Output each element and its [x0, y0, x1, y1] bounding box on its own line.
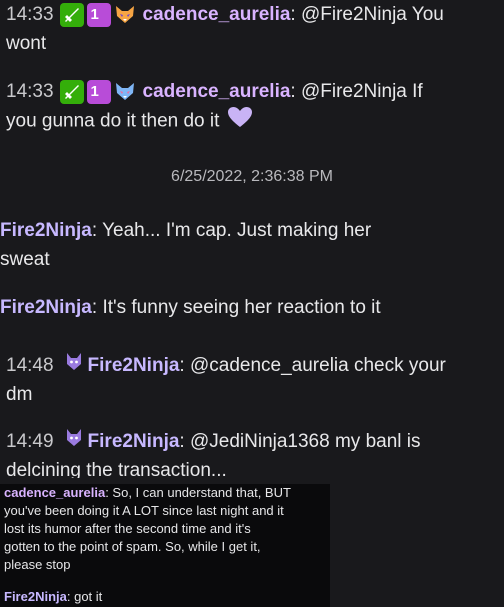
- message-text-continued: delcining the transaction...: [6, 460, 227, 479]
- username[interactable]: Fire2Ninja: [0, 220, 92, 241]
- message-text-continued: dm: [6, 384, 33, 406]
- message-text-continued: please stop: [4, 557, 71, 572]
- message-text-continued: lost its humor after the second time and…: [4, 521, 251, 536]
- message-text-continued: you gunna do it then do it: [6, 111, 220, 132]
- subscriber-badge-icon[interactable]: 1: [86, 3, 111, 28]
- timestamp: 14:33: [6, 81, 54, 102]
- chat-message: cadence_aurelia: So, I can understand th…: [0, 484, 330, 574]
- username[interactable]: cadence_aurelia: [4, 485, 105, 500]
- username[interactable]: cadence_aurelia: [143, 81, 291, 102]
- timestamp: 14:48: [6, 355, 54, 376]
- subscriber-badge-icon[interactable]: 1: [86, 80, 111, 105]
- timestamp: 14:49: [6, 431, 54, 452]
- chat-message: 14:49 Fire2Ninja: @JediNinja1368 my banl …: [0, 427, 504, 478]
- chat-message: Fire2Ninja: got it: [4, 589, 103, 604]
- username[interactable]: Fire2Ninja: [88, 431, 180, 452]
- message-text: @Fire2Ninja If: [300, 81, 423, 102]
- date-divider: 6/25/2022, 2:36:38 PM: [171, 168, 333, 185]
- message-text: got it: [74, 589, 103, 604]
- chat-message: 14:33 1 cadence_aurelia: @Fire2Ninja If yo…: [0, 77, 504, 137]
- heart-emote-icon: [227, 106, 253, 137]
- message-text: Yeah... I'm cap. Just making her: [102, 220, 372, 241]
- moderator-sword-icon[interactable]: [59, 80, 84, 105]
- chat-message: 14:33 1 cadence_aurelia: @Fire2Ninja You w…: [0, 0, 504, 58]
- username[interactable]: Fire2Ninja: [0, 297, 92, 318]
- message-text-continued: you've been doing it A LOT since last ni…: [4, 503, 284, 518]
- username[interactable]: Fire2Ninja: [88, 355, 180, 376]
- chat-message: 14:48 Fire2Ninja: @cadence_aurelia check …: [0, 351, 504, 409]
- fox-emote-icon: [114, 3, 136, 27]
- message-text: It's funny seeing her reaction to it: [102, 297, 381, 318]
- message-text: @Fire2Ninja You: [300, 4, 444, 25]
- message-text: So, I can understand that, BUT: [112, 485, 291, 500]
- message-text: @cadence_aurelia check your: [189, 355, 446, 376]
- message-text-continued: gotten to the point of spam. So, while I…: [4, 539, 261, 554]
- fox-emote-icon: [114, 80, 136, 104]
- cat-emote-icon: [64, 351, 84, 380]
- badge-group: 1: [59, 77, 139, 106]
- chat-message: Fire2Ninja: It's funny seeing her reacti…: [0, 297, 381, 318]
- moderator-sword-icon[interactable]: [59, 3, 84, 28]
- message-text: @JediNinja1368 my banl is: [189, 431, 421, 452]
- message-text-continued: sweat: [0, 249, 50, 270]
- overlay-chat-panel: cadence_aurelia: So, I can understand th…: [0, 484, 330, 607]
- cat-emote-icon: [64, 427, 84, 456]
- username[interactable]: Fire2Ninja: [4, 589, 67, 604]
- message-text-continued: wont: [6, 33, 47, 55]
- username[interactable]: cadence_aurelia: [143, 4, 291, 25]
- badge-group: 1: [59, 0, 139, 29]
- chat-message: Fire2Ninja: Yeah... I'm cap. Just making…: [0, 216, 504, 274]
- timestamp: 14:33: [6, 4, 54, 25]
